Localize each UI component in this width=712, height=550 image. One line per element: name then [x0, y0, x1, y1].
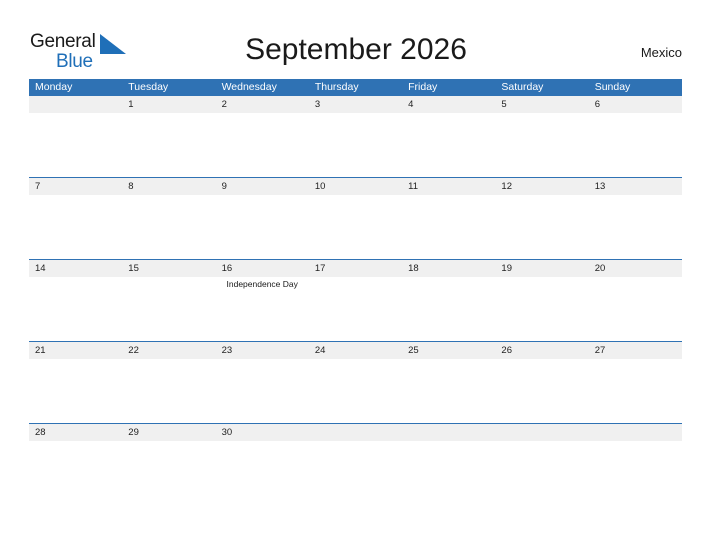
day-cell[interactable]	[309, 195, 402, 259]
day-number[interactable]: 27	[589, 342, 682, 359]
day-cell[interactable]: Independence Day	[216, 277, 309, 341]
day-number[interactable]: 12	[495, 178, 588, 195]
day-number[interactable]: 11	[402, 178, 495, 195]
day-number[interactable]: 16	[216, 260, 309, 277]
day-cell[interactable]	[122, 277, 215, 341]
day-number[interactable]: 1	[122, 96, 215, 113]
week-row: 28 29 30	[29, 423, 682, 505]
day-cell[interactable]	[29, 359, 122, 423]
day-cell[interactable]	[309, 441, 402, 505]
day-cell[interactable]	[216, 113, 309, 177]
day-cell[interactable]	[402, 441, 495, 505]
day-number[interactable]: 26	[495, 342, 588, 359]
week-date-band: 7 8 9 10 11 12 13	[29, 178, 682, 195]
day-cell[interactable]	[402, 195, 495, 259]
week-date-band: 28 29 30	[29, 424, 682, 441]
week-event-band	[29, 113, 682, 177]
calendar-page: General Blue September 2026 Mexico Monda…	[0, 0, 712, 550]
day-number[interactable]	[495, 424, 588, 441]
day-number[interactable]: 21	[29, 342, 122, 359]
day-cell[interactable]	[29, 277, 122, 341]
day-number[interactable]: 10	[309, 178, 402, 195]
day-number[interactable]: 29	[122, 424, 215, 441]
country-label: Mexico	[640, 45, 682, 60]
day-cell[interactable]	[495, 277, 588, 341]
day-cell[interactable]	[216, 441, 309, 505]
day-number[interactable]: 3	[309, 96, 402, 113]
day-number[interactable]: 28	[29, 424, 122, 441]
day-number[interactable]: 9	[216, 178, 309, 195]
day-cell[interactable]	[29, 113, 122, 177]
day-cell[interactable]	[495, 359, 588, 423]
week-row: 1 2 3 4 5 6	[29, 96, 682, 177]
day-number[interactable]: 22	[122, 342, 215, 359]
day-number[interactable]: 20	[589, 260, 682, 277]
day-cell[interactable]	[122, 195, 215, 259]
day-cell[interactable]	[29, 195, 122, 259]
week-date-band: 1 2 3 4 5 6	[29, 96, 682, 113]
calendar-grid: Monday Tuesday Wednesday Thursday Friday…	[29, 79, 682, 505]
week-event-band	[29, 441, 682, 505]
day-number[interactable]: 15	[122, 260, 215, 277]
day-number[interactable]: 2	[216, 96, 309, 113]
day-number[interactable]: 5	[495, 96, 588, 113]
page-header: General Blue September 2026 Mexico	[0, 0, 712, 78]
week-row: 14 15 16 17 18 19 20 Independence Day	[29, 259, 682, 341]
week-row: 7 8 9 10 11 12 13	[29, 177, 682, 259]
weekday-wednesday: Wednesday	[221, 81, 277, 93]
week-date-band: 14 15 16 17 18 19 20	[29, 260, 682, 277]
day-cell[interactable]	[122, 113, 215, 177]
day-number[interactable]: 18	[402, 260, 495, 277]
day-cell[interactable]	[309, 359, 402, 423]
day-cell[interactable]	[589, 277, 682, 341]
day-number[interactable]: 25	[402, 342, 495, 359]
day-cell[interactable]	[216, 195, 309, 259]
week-event-band: Independence Day	[29, 277, 682, 341]
week-event-band	[29, 195, 682, 259]
event-label[interactable]: Independence Day	[219, 279, 306, 290]
week-row: 21 22 23 24 25 26 27	[29, 341, 682, 423]
day-cell[interactable]	[402, 113, 495, 177]
day-number[interactable]: 8	[122, 178, 215, 195]
day-number[interactable]	[29, 96, 122, 113]
day-cell[interactable]	[589, 359, 682, 423]
weekday-tuesday: Tuesday	[128, 81, 169, 93]
day-cell[interactable]	[495, 195, 588, 259]
day-number[interactable]: 14	[29, 260, 122, 277]
day-number[interactable]: 4	[402, 96, 495, 113]
week-date-band: 21 22 23 24 25 26 27	[29, 342, 682, 359]
day-cell[interactable]	[216, 359, 309, 423]
day-cell[interactable]	[29, 441, 122, 505]
day-number[interactable]	[402, 424, 495, 441]
day-cell[interactable]	[589, 113, 682, 177]
day-number[interactable]	[309, 424, 402, 441]
day-number[interactable]: 19	[495, 260, 588, 277]
week-event-band	[29, 359, 682, 423]
day-number[interactable]: 17	[309, 260, 402, 277]
weekday-saturday: Saturday	[501, 81, 544, 93]
day-cell[interactable]	[122, 441, 215, 505]
day-number[interactable]	[589, 424, 682, 441]
page-title: September 2026	[245, 33, 467, 66]
day-cell[interactable]	[495, 441, 588, 505]
day-cell[interactable]	[122, 359, 215, 423]
day-number[interactable]: 24	[309, 342, 402, 359]
weekday-header-row: Monday Tuesday Wednesday Thursday Friday…	[29, 79, 682, 96]
day-cell[interactable]	[309, 113, 402, 177]
day-cell[interactable]	[402, 359, 495, 423]
day-cell[interactable]	[402, 277, 495, 341]
weekday-sunday: Sunday	[594, 81, 631, 93]
day-number[interactable]: 13	[589, 178, 682, 195]
day-number[interactable]: 23	[216, 342, 309, 359]
day-cell[interactable]	[589, 195, 682, 259]
weekday-friday: Friday	[408, 81, 438, 93]
day-number[interactable]: 6	[589, 96, 682, 113]
day-cell[interactable]	[309, 277, 402, 341]
day-cell[interactable]	[495, 113, 588, 177]
day-number[interactable]: 7	[29, 178, 122, 195]
day-number[interactable]: 30	[216, 424, 309, 441]
day-cell[interactable]	[589, 441, 682, 505]
weekday-monday: Monday	[35, 81, 73, 93]
weekday-thursday: Thursday	[314, 81, 359, 93]
